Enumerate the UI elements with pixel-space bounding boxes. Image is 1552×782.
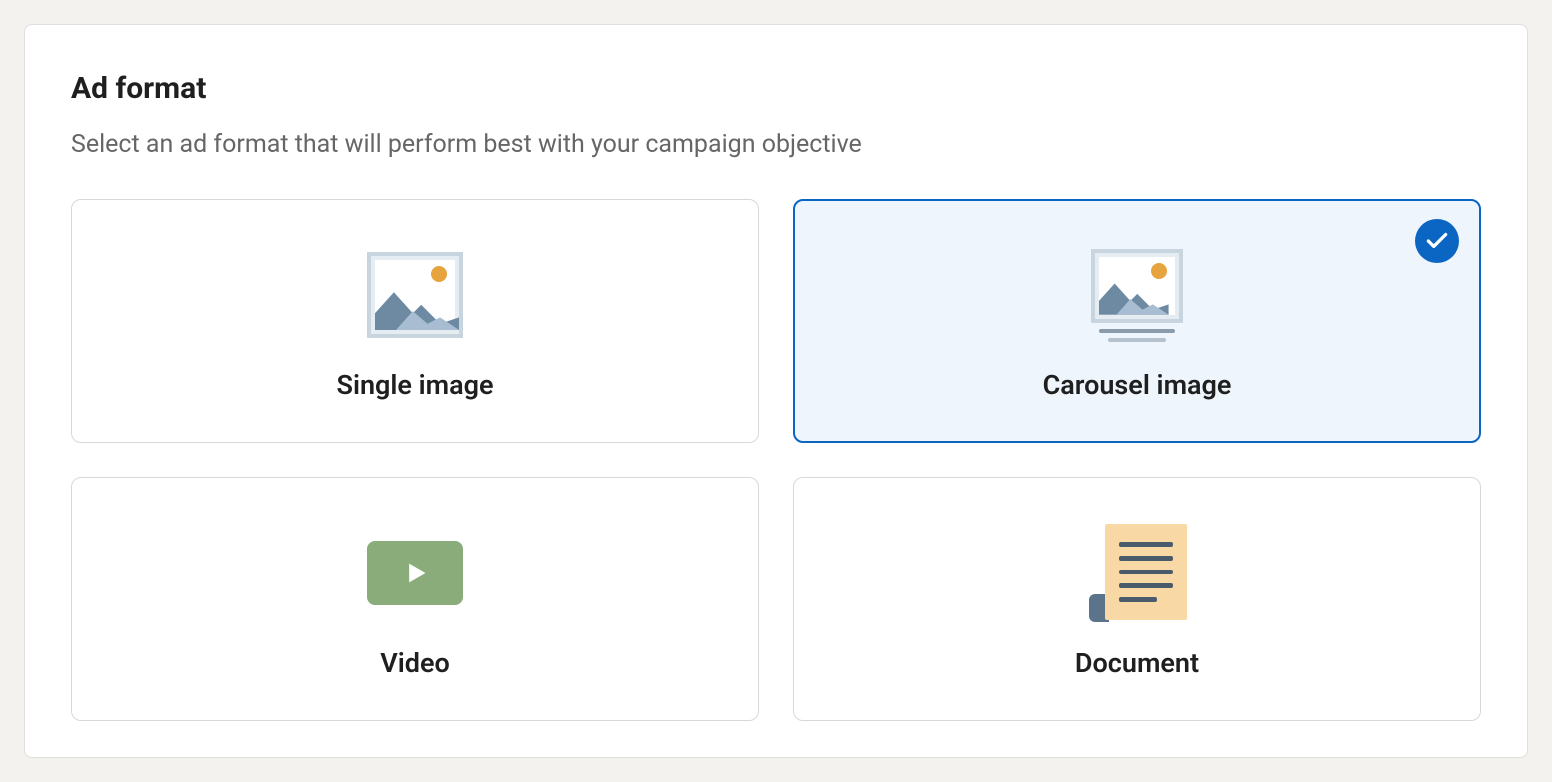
option-single-image[interactable]: Single image — [71, 199, 759, 443]
option-document[interactable]: Document — [793, 477, 1481, 721]
option-label: Video — [380, 647, 450, 679]
video-icon — [367, 523, 463, 623]
option-label: Carousel image — [1043, 369, 1232, 401]
option-label: Document — [1075, 647, 1199, 679]
section-subtitle: Select an ad format that will perform be… — [71, 130, 1481, 159]
format-options-grid: Single image — [71, 199, 1481, 721]
selected-check-icon — [1415, 219, 1459, 263]
section-title: Ad format — [71, 71, 1481, 106]
ad-format-panel: Ad format Select an ad format that will … — [24, 24, 1528, 758]
option-label: Single image — [336, 369, 493, 401]
document-icon — [1087, 523, 1187, 623]
single-image-icon — [367, 245, 463, 345]
carousel-image-icon — [1091, 245, 1183, 345]
option-carousel-image[interactable]: Carousel image — [793, 199, 1481, 443]
option-video[interactable]: Video — [71, 477, 759, 721]
